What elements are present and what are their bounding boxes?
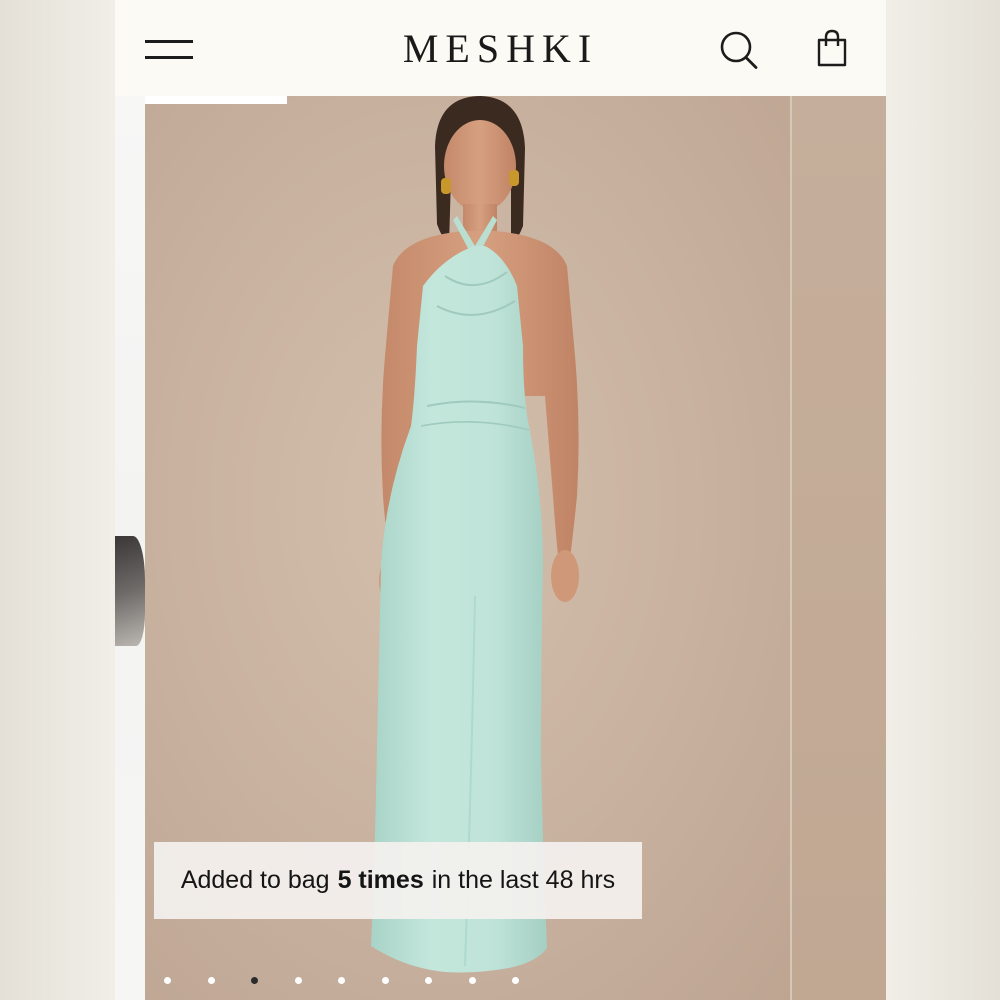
backdrop-left [0,0,115,1000]
pagination-dot[interactable] [295,977,302,984]
backdrop-right [886,0,1000,1000]
toast-prefix: Added to bag [180,866,330,894]
pagination-dot[interactable] [512,977,519,984]
pagination-dot[interactable] [164,977,171,984]
search-button[interactable] [718,28,762,72]
brand-logo[interactable]: MESHKI [115,26,886,72]
social-proof-banner: Added to bag 5 times in the last 48 hrs [154,842,642,919]
toast-suffix: in the last 48 hrs [431,866,616,894]
pagination-dot[interactable] [382,977,389,984]
mobile-screen: MESHKI Added to bag 5 times in the last … [115,0,886,1000]
pagination-dot[interactable] [208,977,215,984]
pagination-dot[interactable] [425,977,432,984]
previous-slide-peek[interactable] [115,96,145,1000]
toast-count: 5 times [337,866,424,894]
next-slide-peek[interactable] [790,96,886,1000]
search-icon [720,31,758,69]
pagination-dot[interactable] [251,977,258,984]
shopping-bag-button[interactable] [812,28,852,70]
site-header: MESHKI [115,0,886,96]
pagination-dot[interactable] [469,977,476,984]
shopping-bag-icon [817,29,847,67]
pagination-dot[interactable] [338,977,345,984]
